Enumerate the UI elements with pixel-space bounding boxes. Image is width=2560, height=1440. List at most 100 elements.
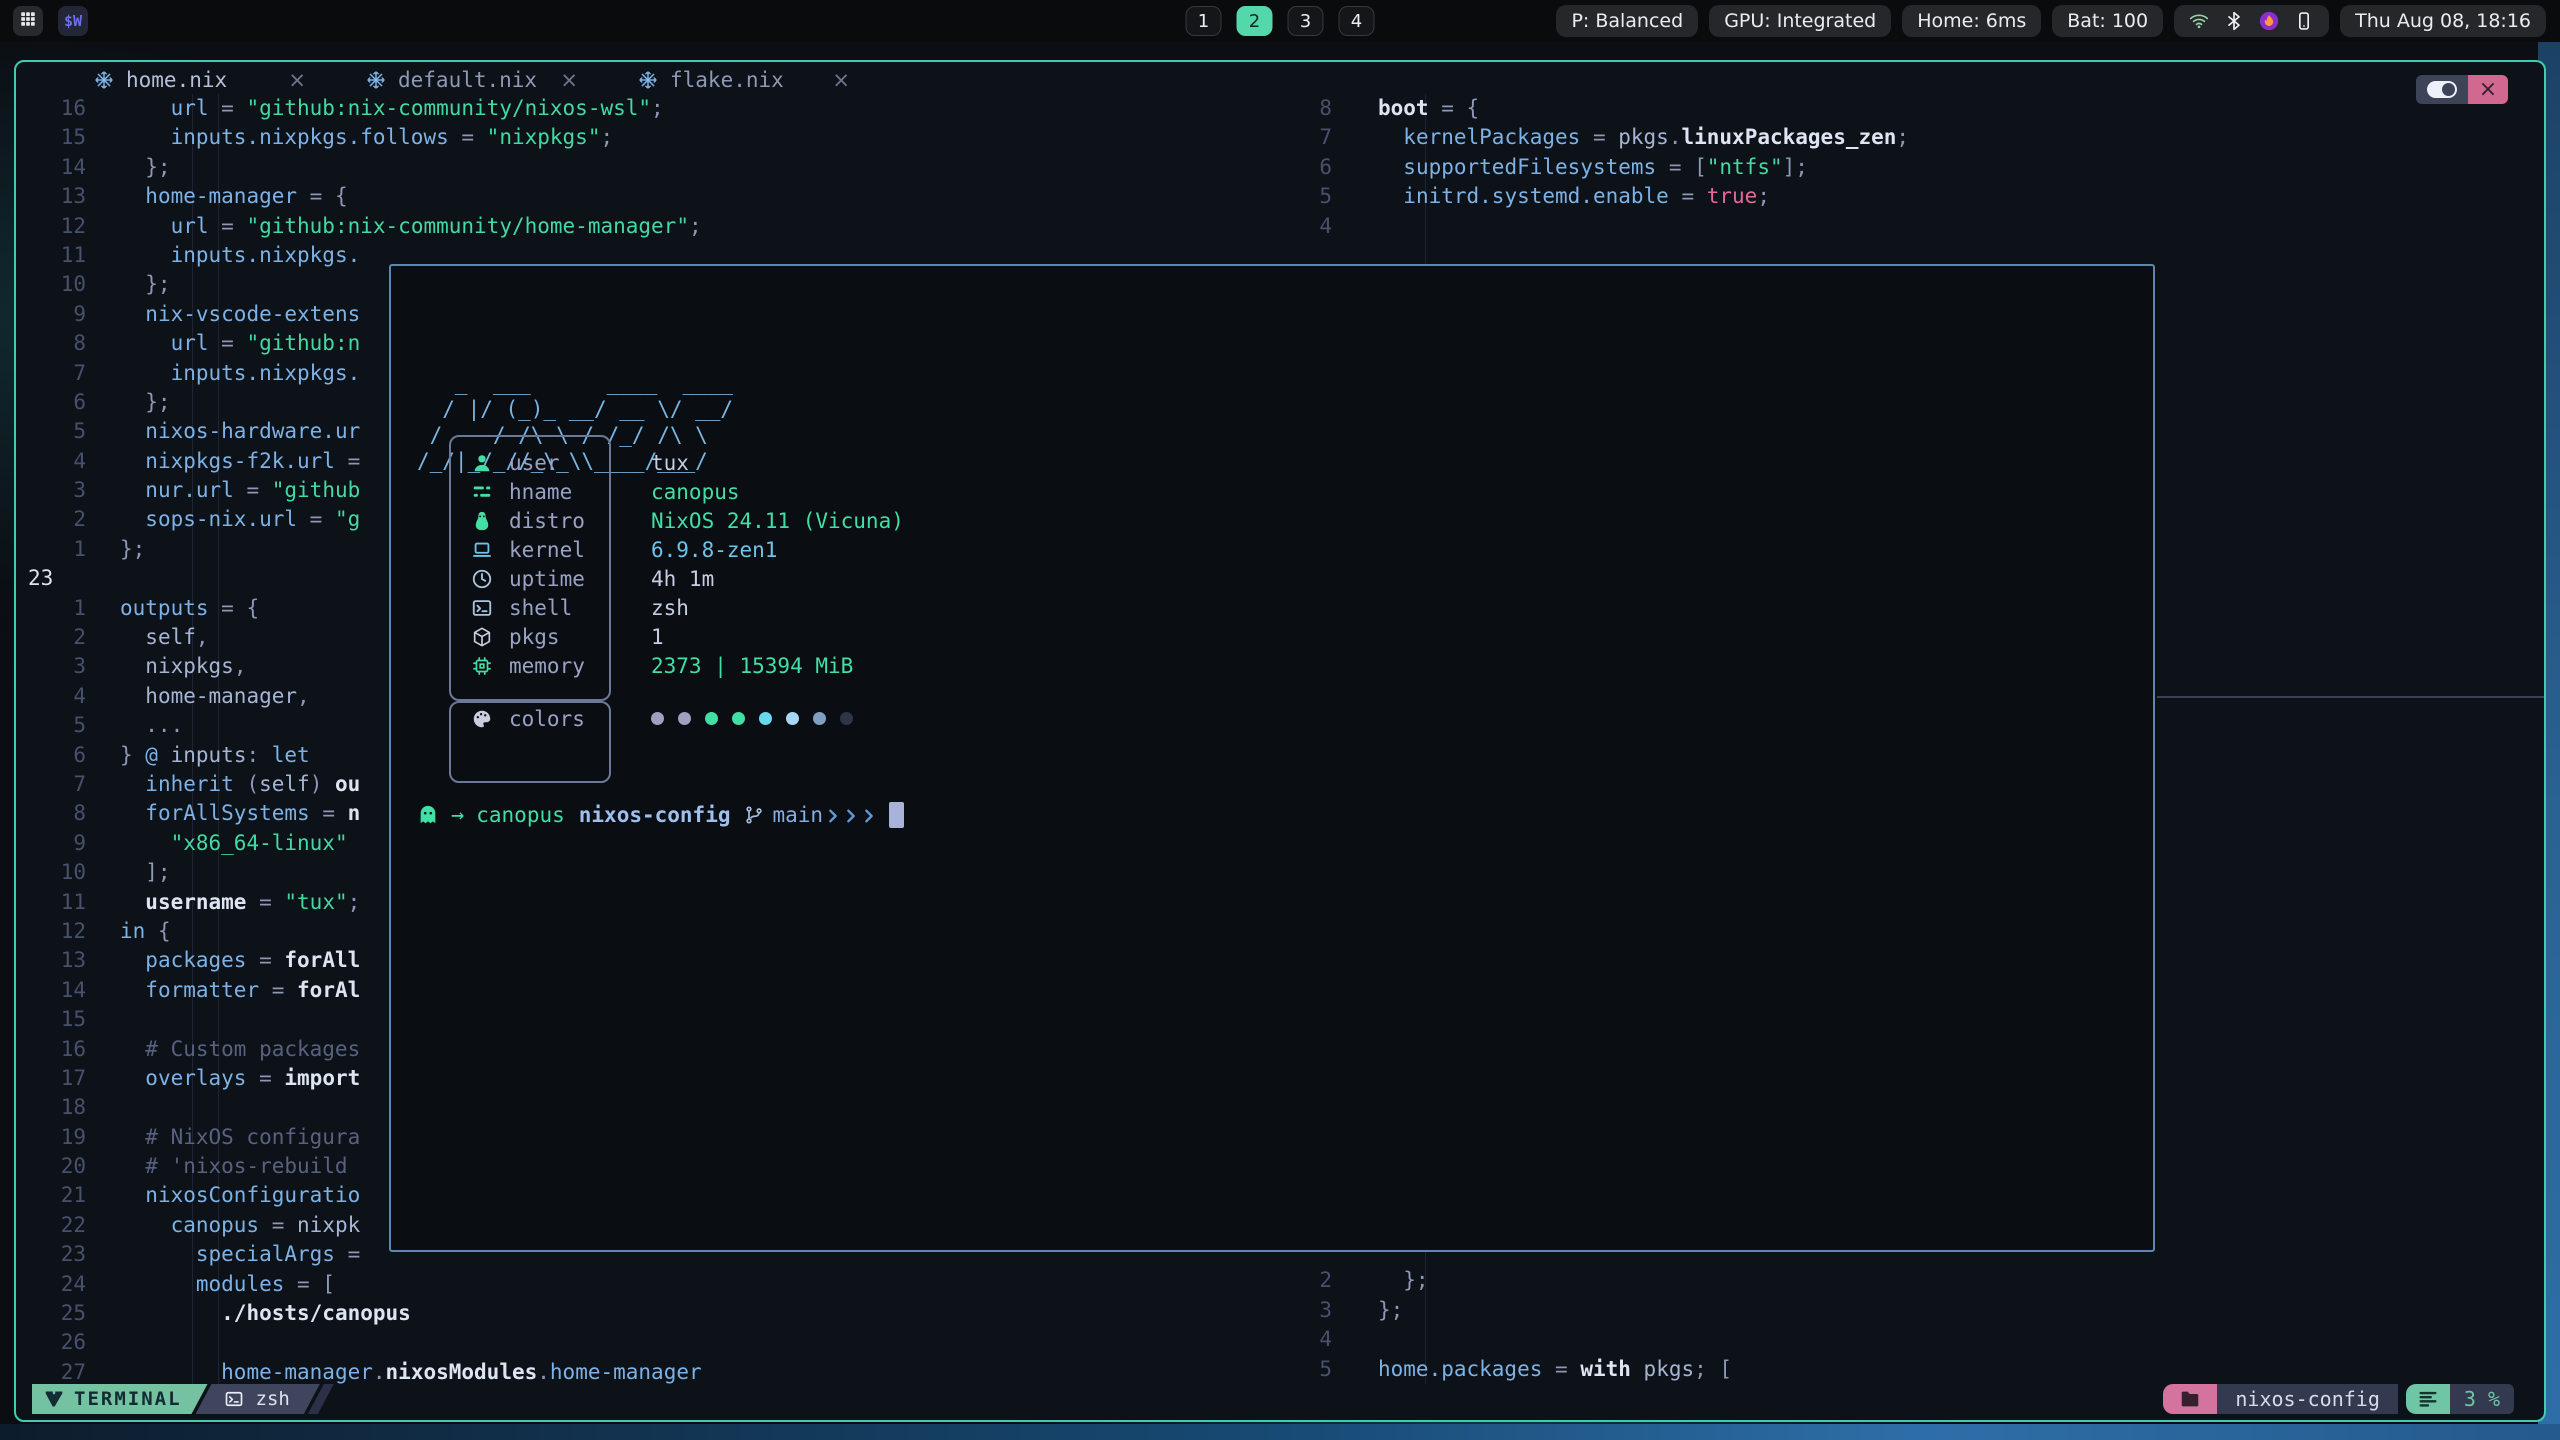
code-line[interactable]: 6 supportedFilesystems = ["ntfs"]; [1306, 153, 2540, 182]
code-text: ./hosts/canopus [120, 1299, 411, 1328]
line-number: 8 [1306, 94, 1355, 123]
line-number: 5 [1306, 1355, 1355, 1384]
line-number: 11 [16, 241, 120, 270]
code-line[interactable]: 27 home-manager.nixosModules.home-manage… [16, 1358, 1306, 1387]
code-line[interactable]: 13 home-manager = { [16, 182, 1306, 211]
colors-label: colors [509, 707, 605, 731]
pane-split-divider[interactable] [2157, 696, 2544, 698]
wifi-icon[interactable] [2189, 11, 2209, 31]
line-number: 7 [16, 770, 120, 799]
info-label: shell [509, 596, 605, 620]
window-toggle-button[interactable] [2416, 75, 2468, 104]
workspace-button[interactable]: 1 [1186, 6, 1222, 36]
line-number: 15 [16, 1005, 120, 1034]
code-text: }; [120, 388, 171, 417]
code-line[interactable]: 24 modules = [ [16, 1270, 1306, 1299]
code-text: kernelPackages = pkgs.linuxPackages_zen; [1355, 123, 1909, 152]
code-text: nixpkgs-f2k.url = [120, 447, 360, 476]
code-text [1355, 1325, 1378, 1354]
tab-close-icon[interactable]: × [288, 68, 306, 92]
info-label: memory [509, 654, 605, 678]
code-text: username = "tux"; [120, 888, 360, 917]
editor-tab[interactable]: default.nix × [346, 62, 598, 98]
workspace-button[interactable]: 4 [1339, 6, 1375, 36]
editor-tab[interactable]: home.nix × [74, 62, 326, 98]
hyprland-icon[interactable] [2259, 11, 2279, 31]
line-number: 3 [16, 476, 120, 505]
code-text: # NixOS configura [120, 1123, 360, 1152]
editor-tab[interactable]: flake.nix × [618, 62, 870, 98]
line-number: 24 [16, 1270, 120, 1299]
info-value: 1 [651, 625, 664, 649]
window-close-button[interactable]: × [2468, 75, 2508, 104]
tab-close-icon[interactable]: × [832, 68, 850, 92]
info-label: user [509, 451, 605, 475]
code-line[interactable]: 5 initrd.systemd.enable = true; [1306, 182, 2540, 211]
chevron-right-icon [825, 806, 841, 824]
line-number: 15 [16, 123, 120, 152]
wallpaper-bottom-strip [0, 1424, 2560, 1440]
logo-button[interactable]: $W [58, 6, 88, 36]
line-number: 2 [16, 623, 120, 652]
shell-label: zsh [256, 1388, 290, 1410]
code-line[interactable]: 8 boot = { [1306, 94, 2540, 123]
info-value: 6.9.8-zen1 [651, 538, 777, 562]
code-text [1355, 212, 1378, 241]
color-dot [813, 712, 826, 725]
code-line[interactable]: 25 ./hosts/canopus [16, 1299, 1306, 1328]
code-text: specialArgs = [120, 1240, 360, 1269]
info-row: memory 2373 | 15394 MiB [449, 651, 904, 680]
line-number: 4 [16, 682, 120, 711]
color-dot [705, 712, 718, 725]
code-line[interactable]: 12 url = "github:nix-community/home-mana… [16, 212, 1306, 241]
project-label: nixos-config [2217, 1384, 2398, 1414]
git-branch-name: main [772, 803, 823, 827]
phone-icon[interactable] [2294, 11, 2314, 31]
workspace-switcher: 1 2 3 4 [1186, 6, 1375, 36]
line-number: 1 [16, 535, 120, 564]
code-line[interactable]: 3 }; [1306, 1296, 2540, 1325]
code-text: ]; [120, 858, 171, 887]
code-line[interactable]: 15 inputs.nixpkgs.follows = "nixpkgs"; [16, 123, 1306, 152]
code-line[interactable]: 4 [1306, 1325, 2540, 1354]
git-branch-icon [744, 805, 764, 825]
code-text: home-manager.nixosModules.home-manager [120, 1358, 702, 1387]
info-row: kernel 6.9.8-zen1 [449, 535, 904, 564]
code-text: home.packages = with pkgs; [ [1355, 1355, 1732, 1384]
system-tray[interactable] [2174, 5, 2329, 37]
code-text: url = "github:n [120, 329, 360, 358]
code-pane-right-bottom[interactable]: 2 }; 3 }; 4 5 home.packages = with pkgs;… [1306, 1266, 2540, 1384]
code-text: sops-nix.url = "g [120, 505, 360, 534]
line-number: 8 [16, 329, 120, 358]
status-pill[interactable]: GPU: Integrated [1709, 5, 1891, 37]
memory-icon [471, 655, 493, 677]
code-line[interactable]: 26 [16, 1328, 1306, 1357]
toggle-icon [2427, 81, 2457, 98]
code-pane-right-top[interactable]: 8 boot = { 7 kernelPackages = pkgs.linux… [1306, 94, 2540, 241]
line-number: 13 [16, 182, 120, 211]
status-pill[interactable]: Bat: 100 [2052, 5, 2163, 37]
code-line[interactable]: 14 }; [16, 153, 1306, 182]
shell-prompt[interactable]: → canopus nixos-config main [417, 802, 904, 828]
status-pill[interactable]: P: Balanced [1556, 5, 1698, 37]
code-line[interactable]: 4 [1306, 212, 2540, 241]
mode-segment: TERMINAL [32, 1384, 208, 1414]
terminal-window[interactable]: _ ___ ____ ____ / |/ (_)_ __/ __ \/ __/ … [389, 264, 2155, 1252]
code-line[interactable]: 2 }; [1306, 1266, 2540, 1295]
scroll-percent: 3 % [2450, 1384, 2514, 1414]
status-pill[interactable]: Home: 6ms [1902, 5, 2041, 37]
workspace-button[interactable]: 2 [1237, 6, 1273, 36]
app-launcher-button[interactable] [13, 6, 43, 36]
code-text: boot = { [1355, 94, 1479, 123]
code-line[interactable]: 5 home.packages = with pkgs; [ [1306, 1355, 2540, 1384]
info-row: uptime 4h 1m [449, 564, 904, 593]
workspace-label: 4 [1351, 11, 1362, 32]
bluetooth-icon[interactable] [2224, 11, 2244, 31]
code-line[interactable]: 16 url = "github:nix-community/nixos-wsl… [16, 94, 1306, 123]
clock[interactable]: Thu Aug 08, 18:16 [2340, 5, 2546, 37]
code-line[interactable]: 7 kernelPackages = pkgs.linuxPackages_ze… [1306, 123, 2540, 152]
workspace-button[interactable]: 3 [1288, 6, 1324, 36]
info-label: kernel [509, 538, 605, 562]
code-text: url = "github:nix-community/home-manager… [120, 212, 702, 241]
tab-close-icon[interactable]: × [560, 68, 578, 92]
